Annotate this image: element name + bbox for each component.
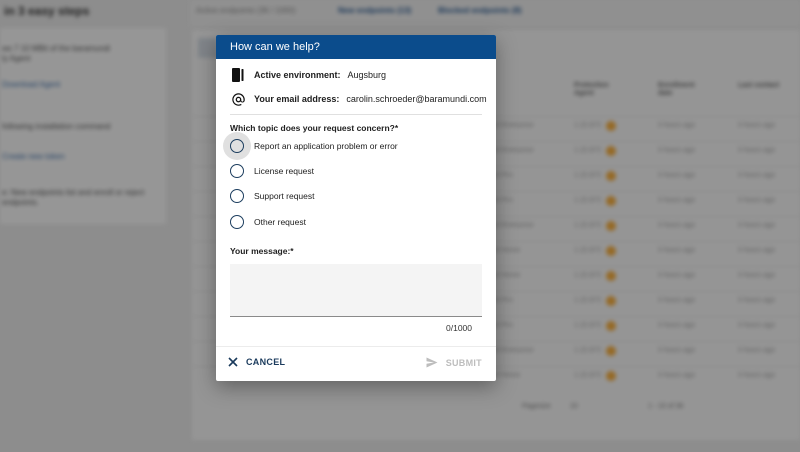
email-value: carolin.schroeder@baramundi.com — [346, 94, 487, 104]
topic-label[interactable]: Support request — [254, 191, 314, 201]
message-label: Your message:* — [230, 246, 294, 256]
server-icon — [230, 67, 246, 83]
footer-divider — [216, 346, 496, 347]
radio-button[interactable] — [228, 162, 246, 180]
topic-option-support[interactable]: Support request — [228, 187, 314, 205]
radio-circle — [230, 189, 244, 203]
environment-row: Active environment: Augsburg — [230, 67, 386, 83]
submit-button[interactable]: SUBMIT — [426, 357, 482, 368]
topic-option-other[interactable]: Other request — [228, 213, 306, 231]
environment-value: Augsburg — [347, 70, 387, 80]
at-icon — [230, 91, 246, 107]
divider — [230, 114, 482, 115]
radio-circle — [230, 139, 244, 153]
topic-label[interactable]: Report an application problem or error — [254, 141, 398, 151]
email-label: Your email address: — [254, 94, 340, 104]
topic-option-license[interactable]: License request — [228, 162, 314, 180]
topic-label[interactable]: Other request — [254, 217, 306, 227]
submit-label: SUBMIT — [445, 357, 482, 368]
topic-label[interactable]: License request — [254, 166, 314, 176]
message-textarea[interactable] — [230, 264, 482, 317]
send-icon — [426, 357, 438, 368]
cancel-label: CANCEL — [246, 357, 286, 367]
environment-label: Active environment: — [254, 70, 341, 80]
radio-button[interactable] — [228, 213, 246, 231]
char-counter: 0/1000 — [446, 323, 472, 333]
close-icon — [228, 357, 238, 367]
radio-circle — [230, 215, 244, 229]
radio-circle — [230, 164, 244, 178]
topic-option-problem[interactable]: Report an application problem or error — [223, 132, 398, 160]
radio-button[interactable] — [228, 187, 246, 205]
email-row: Your email address: carolin.schroeder@ba… — [230, 91, 487, 107]
help-dialog: How can we help? Active environment: Aug… — [216, 35, 496, 381]
topic-question: Which topic does your request concern?* — [230, 123, 399, 133]
cancel-button[interactable]: CANCEL — [228, 357, 285, 367]
dialog-title: How can we help? — [216, 35, 496, 59]
radio-button[interactable] — [223, 132, 251, 160]
